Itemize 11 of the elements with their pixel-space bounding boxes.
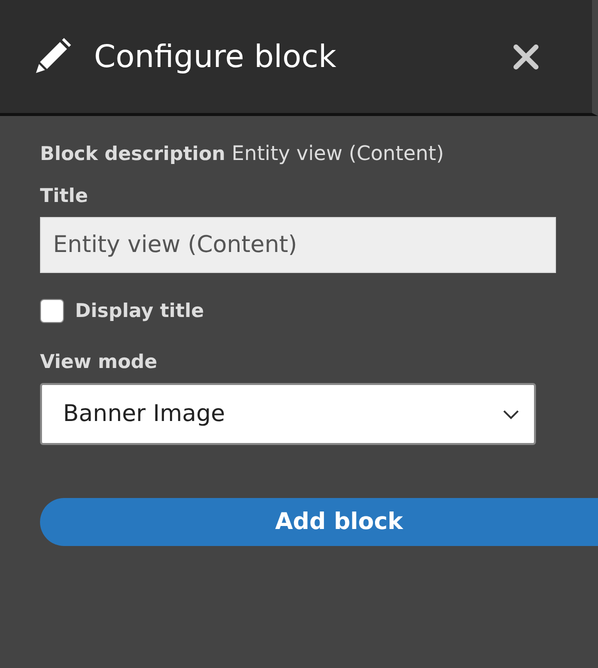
field-label: Title (40, 185, 89, 207)
view-mode-dropdown[interactable]: Banner Image (40, 383, 536, 445)
chevron-down-icon (502, 408, 520, 420)
block-description: Block description Entity view (Content) (40, 141, 445, 165)
dialog-title: Configure block (94, 38, 338, 74)
pencil-icon (34, 38, 72, 76)
add-block-button[interactable]: Add block (40, 498, 598, 546)
field-label: View mode (40, 351, 158, 373)
checkbox[interactable] (40, 299, 64, 323)
checkbox-label: Display title (75, 300, 204, 322)
close-icon[interactable] (512, 42, 540, 70)
